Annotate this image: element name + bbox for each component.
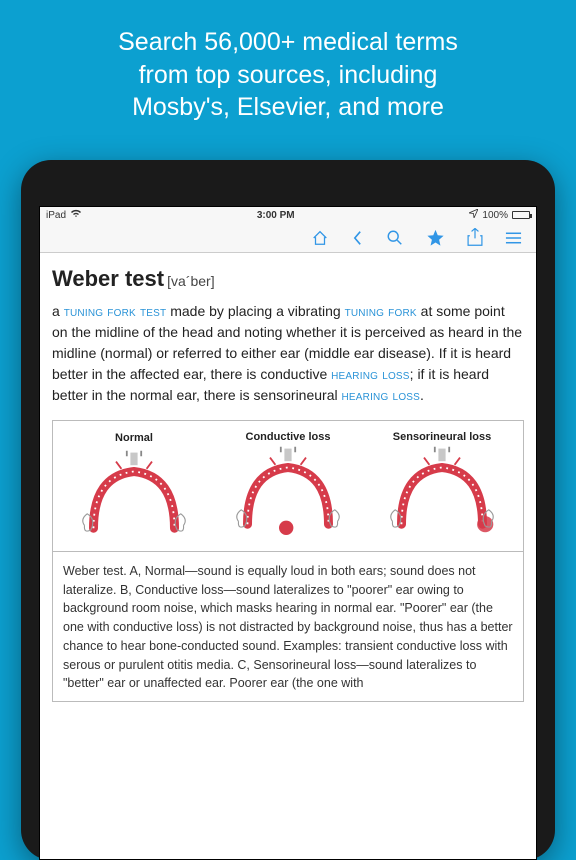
wifi-icon xyxy=(70,209,82,221)
link-hearing-loss-1[interactable]: hearing loss xyxy=(331,366,410,382)
battery-icon xyxy=(512,211,530,219)
diagram-row: Normal Conductive loss xyxy=(53,421,523,552)
pronunciation: [va´ber] xyxy=(167,273,214,289)
ear-diagram-icon xyxy=(365,445,519,535)
link-hearing-loss-2[interactable]: hearing loss xyxy=(342,387,421,403)
status-bar: iPad 3:00 PM 100% xyxy=(40,207,536,223)
app-screen: iPad 3:00 PM 100% xyxy=(39,206,537,860)
tablet-frame: iPad 3:00 PM 100% xyxy=(21,160,555,860)
definition-text: a tuning fork test made by placing a vib… xyxy=(52,301,524,406)
share-icon[interactable] xyxy=(467,228,483,247)
star-icon[interactable] xyxy=(426,229,445,247)
toolbar xyxy=(40,223,536,253)
diagram-normal: Normal xyxy=(57,431,211,545)
ear-diagram-icon xyxy=(57,449,211,539)
ear-diagram-icon xyxy=(211,445,365,535)
link-tuning-fork[interactable]: tuning fork xyxy=(345,303,417,319)
location-icon xyxy=(469,209,478,221)
home-icon[interactable] xyxy=(311,229,329,247)
term-title: Weber test xyxy=(52,266,164,291)
link-tuning-fork-test[interactable]: tuning fork test xyxy=(64,303,167,319)
clock: 3:00 PM xyxy=(257,210,295,221)
back-icon[interactable] xyxy=(351,229,364,247)
battery-percent: 100% xyxy=(482,210,508,221)
menu-icon[interactable] xyxy=(505,231,522,245)
carrier-label: iPad xyxy=(46,210,66,221)
diagram-conductive: Conductive loss xyxy=(211,431,365,545)
diagram-sensorineural: Sensorineural loss xyxy=(365,431,519,545)
figure-caption: Weber test. A, Normal—sound is equally l… xyxy=(53,552,523,701)
promo-heading: Search 56,000+ medical terms from top so… xyxy=(0,0,576,142)
search-icon[interactable] xyxy=(386,229,404,247)
article-content: Weber test [va´ber] a tuning fork test m… xyxy=(40,253,536,859)
figure-box: Normal Conductive loss xyxy=(52,420,524,702)
